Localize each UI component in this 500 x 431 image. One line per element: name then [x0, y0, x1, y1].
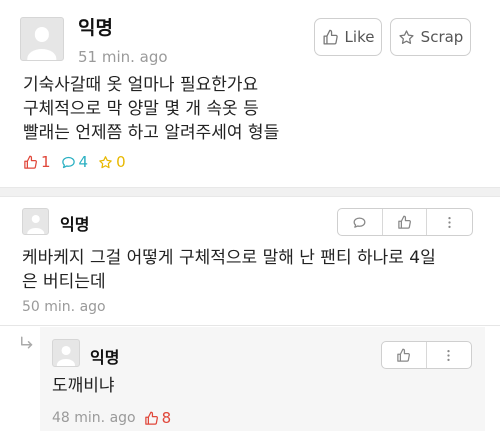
reply-arrow-icon [21, 336, 33, 349]
thumb-up-icon [144, 411, 158, 425]
reply-avatar [52, 339, 80, 367]
post-avatar [20, 17, 64, 61]
thumb-up-icon [24, 155, 37, 169]
post-body: 기숙사갈때 옷 얼마나 필요한가요 구체적으로 막 양말 몇 개 속옷 등 빨래… [23, 73, 483, 145]
scrap-count: 0 [98, 153, 126, 171]
like-button-label: Like [344, 28, 375, 46]
reply-like-button[interactable] [382, 342, 427, 368]
post-author: 익명 [78, 17, 113, 39]
reply-more-button[interactable] [427, 342, 472, 368]
thumb-up-icon [323, 29, 338, 45]
comment-like-button[interactable] [383, 209, 428, 235]
post-stats: 1 4 0 [23, 153, 136, 171]
reply-time: 48 min. ago [52, 410, 136, 426]
star-icon [99, 155, 112, 168]
post-body-line: 구체적으로 막 양말 몇 개 속옷 등 [23, 99, 259, 119]
speech-bubble-icon [61, 156, 75, 168]
comment-separator [0, 325, 500, 326]
post-time: 51 min. ago [78, 48, 168, 66]
reply-author: 익명 [90, 348, 120, 367]
scrap-button-label: Scrap [420, 28, 464, 46]
reply-action-bar [381, 341, 472, 369]
reply-like-count: 8 [144, 409, 171, 427]
scrap-button[interactable]: Scrap [390, 18, 471, 56]
comment-body-line: 케바케지 그걸 어떻게 구체적으로 말해 난 팬티 하나로 4일 [22, 248, 436, 268]
section-divider [0, 187, 500, 197]
reply-meta: 48 min. ago 8 [52, 409, 171, 427]
comment-time: 50 min. ago [22, 299, 106, 315]
comment-avatar [22, 208, 49, 235]
comment-body: 케바케지 그걸 어떻게 구체적으로 말해 난 팬티 하나로 4일 은 버티는데 [22, 246, 482, 294]
like-button[interactable]: Like [314, 18, 382, 56]
speech-bubble-icon [353, 217, 366, 228]
like-count: 1 [23, 153, 51, 171]
more-vertical-icon [448, 216, 451, 228]
comment-author: 익명 [60, 215, 90, 234]
comment-reply-button[interactable] [338, 209, 383, 235]
comment-body-line: 은 버티는데 [22, 272, 106, 292]
more-vertical-icon [447, 349, 450, 361]
star-icon [399, 29, 414, 44]
comment-count: 4 [61, 153, 88, 171]
post-body-line: 기숙사갈때 옷 얼마나 필요한가요 [23, 75, 259, 95]
thumb-up-icon [397, 348, 411, 362]
comment-action-bar [337, 208, 473, 236]
post-body-line: 빨래는 언제쯤 하고 알려주세여 형들 [23, 123, 280, 143]
comment-more-button[interactable] [427, 209, 472, 235]
reply-body: 도깨비냐 [52, 376, 115, 396]
thumb-up-icon [398, 215, 411, 229]
